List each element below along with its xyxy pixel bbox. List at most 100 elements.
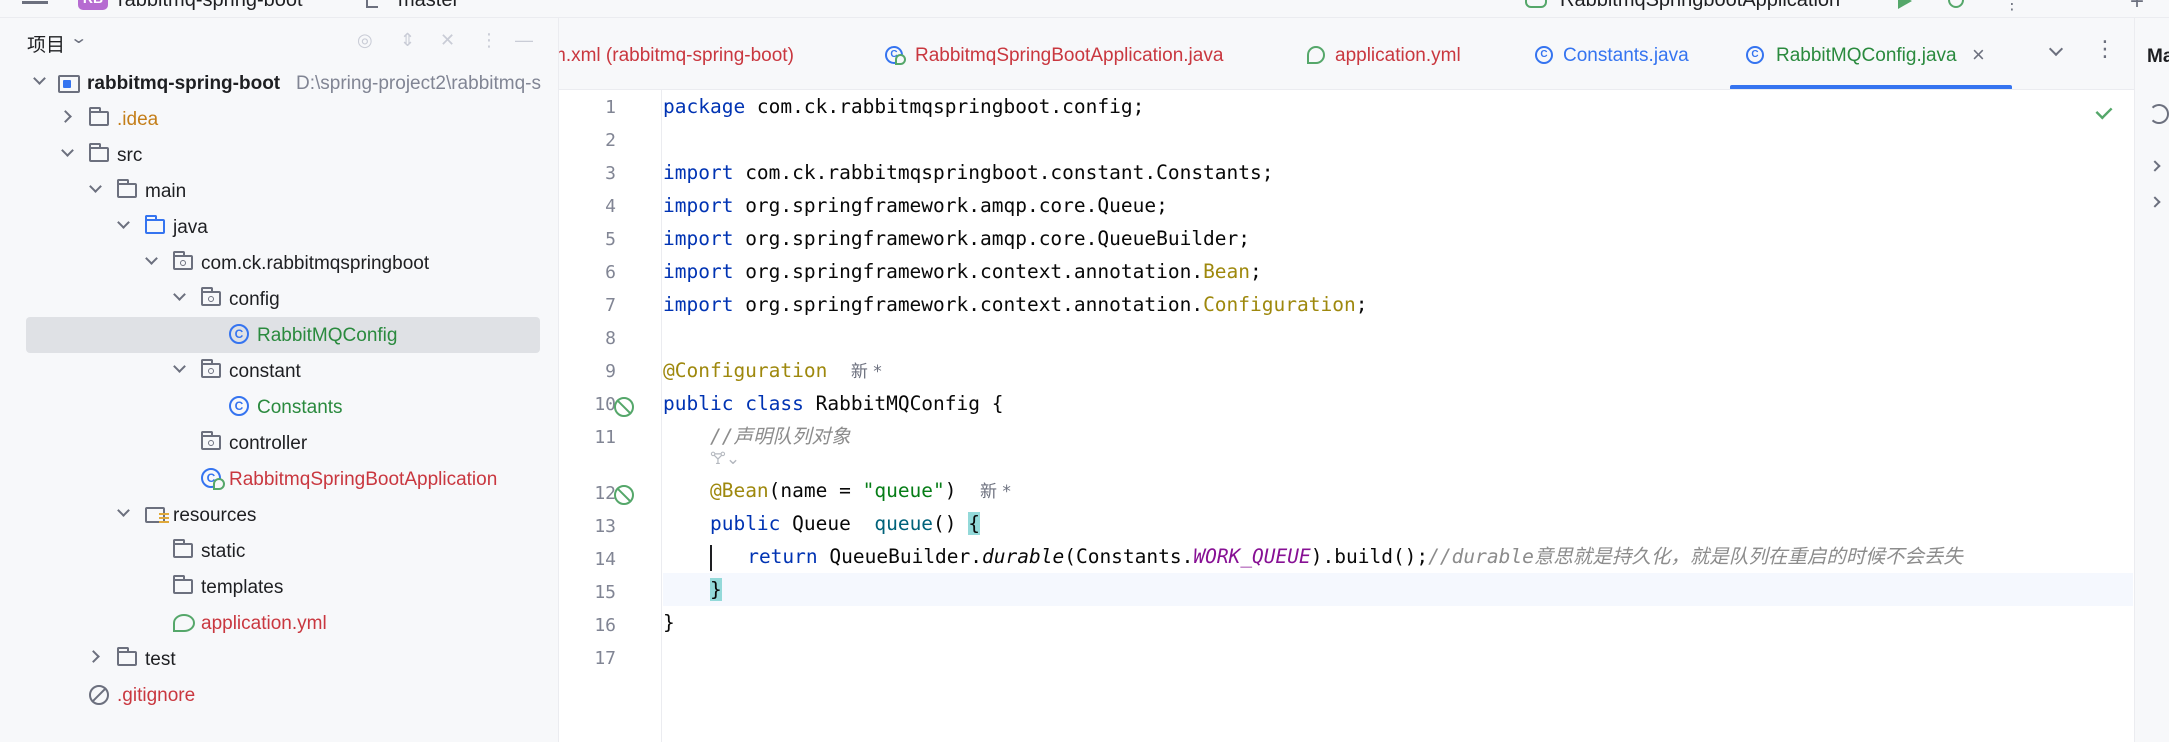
project-tool-window: 项目 ⌄ ◎ ⇕ ✕ ⋮ — rabbitmq-spring-boot D:\s… [0,18,559,742]
tree-item-main[interactable]: main [26,173,540,209]
title-bar: RB rabbitmq-spring-boot master RabbitmqS… [0,0,2169,18]
tree-item-label: rabbitmq-spring-boot [87,73,281,94]
code-line: return QueueBuilder.durable(Constants.WO… [663,540,2133,573]
project-badge[interactable]: RB [78,0,108,10]
ai-assistant-icon[interactable]: 🝖⌄ [710,449,740,469]
source-folder-icon [145,215,165,234]
chevron-right-icon[interactable] [60,109,74,123]
add-icon[interactable]: + [2130,0,2144,16]
tree-item-config[interactable]: config [26,281,540,317]
spring-bean-gutter-icon[interactable] [614,485,634,505]
chevron-down-icon[interactable] [116,505,130,519]
code-line: @Configuration 新 * [663,359,882,382]
more-actions-icon[interactable]: ⋮ [2004,0,2020,14]
tree-item-test[interactable]: test [26,641,540,677]
tab-label: m.xml (rabbitmq-spring-boot) [559,45,794,66]
chevron-right-icon[interactable] [2149,196,2161,208]
line-number: 5 [605,229,616,250]
collapse-all-icon[interactable]: ✕ [440,30,455,51]
tree-item-static[interactable]: static [26,533,540,569]
tree-item-application-yml[interactable]: application.yml [26,605,540,641]
spring-boot-class-icon: C [885,46,906,65]
module-icon [58,75,80,93]
project-path: D:\spring-project2\rabbitmq-s [296,73,541,94]
tab-options-icon[interactable]: ⋮ [2094,38,2116,60]
main-menu-icon[interactable] [22,0,48,4]
tree-item-src[interactable]: src [26,137,540,173]
line-number: 7 [605,295,616,316]
chevron-down-icon[interactable] [116,217,130,231]
tree-item-label: .gitignore [117,685,196,706]
line-number: 16 [594,615,616,636]
tab-label: application.yml [1335,45,1461,66]
close-tab-icon[interactable]: × [1972,42,1985,68]
line-number: 10 [594,394,616,415]
tree-item-resources[interactable]: resources [26,497,540,533]
tree-item-gitignore[interactable]: .gitignore [26,677,540,713]
options-icon[interactable]: ⋮ [480,30,498,51]
tree-item-controller[interactable]: controller [26,425,540,461]
code-line: import com.ck.rabbitmqspringboot.constan… [663,161,1274,184]
refresh-icon[interactable] [2149,104,2169,124]
debug-icon[interactable] [1948,0,1964,8]
tree-item-constants[interactable]: C Constants [26,389,540,425]
tree-item-package-root[interactable]: com.ck.rabbitmqspringboot [26,245,540,281]
tab-constants[interactable]: C Constants.java [1529,18,1709,89]
tab-rabbitmqconfig[interactable]: C RabbitMQConfig.java × [1730,18,2012,89]
run-icon[interactable] [1898,0,1912,9]
tree-item-project-root[interactable]: rabbitmq-spring-boot D:\spring-project2\… [26,65,541,101]
folder-icon [89,107,109,126]
chevron-down-icon[interactable] [88,181,102,195]
spring-bean-gutter-icon[interactable] [614,397,634,417]
editor-tab-bar: m.xml (rabbitmq-spring-boot) C RabbitmqS… [559,18,2134,90]
chevron-down-icon[interactable] [172,361,186,375]
tree-item-constant[interactable]: constant [26,353,540,389]
tree-item-label: RabbitMQConfig [257,325,398,346]
hide-icon[interactable]: — [515,30,533,51]
chevron-right-icon[interactable] [2149,160,2161,172]
line-number: 3 [605,163,616,184]
code-editor[interactable]: package com.ck.rabbitmqspringboot.config… [663,90,2133,742]
expand-all-icon[interactable]: ⇕ [400,30,415,51]
code-line: @Bean(name = "queue") 新 * [709,479,1011,502]
tree-item-label: controller [229,433,308,454]
tree-item-idea[interactable]: .idea [26,101,540,137]
package-icon [201,287,221,306]
chevron-down-icon[interactable] [60,145,74,159]
chevron-down-icon[interactable] [32,73,46,87]
code-line: import org.springframework.context.annot… [663,260,1262,283]
author-inlay-hint[interactable]: 新 * [851,362,882,382]
run-configuration-selector[interactable]: RabbitmqSpringbootApplication [1560,0,1840,12]
chevron-down-icon[interactable] [144,253,158,267]
tree-item-application-class[interactable]: C RabbitmqSpringBootApplication [26,461,540,497]
project-view-title[interactable]: 项目 [27,30,65,57]
tab-application-class[interactable]: C RabbitmqSpringBootApplication.java [879,18,1289,89]
locate-icon[interactable]: ◎ [357,30,373,51]
tree-item-label: resources [173,505,257,526]
tree-item-label: templates [201,577,284,598]
vcs-branch-widget[interactable]: master [398,0,459,12]
yaml-icon [173,614,195,632]
folder-icon [89,143,109,162]
package-icon [201,431,221,450]
tree-item-templates[interactable]: templates [26,569,540,605]
code-line-current: } [663,573,2133,606]
line-number: 11 [594,427,616,448]
line-number: 2 [605,130,616,151]
chevron-down-icon[interactable] [172,289,186,303]
chevron-down-icon[interactable]: ⌄ [69,28,88,48]
project-switcher[interactable]: rabbitmq-spring-boot [118,0,303,12]
spring-boot-icon [1525,0,1547,8]
tab-label: Constants.java [1563,45,1689,66]
folder-icon [117,179,137,198]
maven-panel-title[interactable]: Ma [2147,46,2169,68]
folder-icon [173,575,193,594]
code-line: public Queue queue() { [709,512,981,535]
tab-pom-xml[interactable]: m.xml (rabbitmq-spring-boot) [559,18,819,89]
tree-item-rabbitmqconfig[interactable]: C RabbitMQConfig [26,317,540,353]
chevron-right-icon[interactable] [88,649,102,663]
tab-application-yml[interactable]: application.yml [1301,18,1491,89]
author-inlay-hint[interactable]: 新 * [980,482,1011,502]
tree-item-java[interactable]: java [26,209,540,245]
tree-item-label: constant [229,361,301,382]
